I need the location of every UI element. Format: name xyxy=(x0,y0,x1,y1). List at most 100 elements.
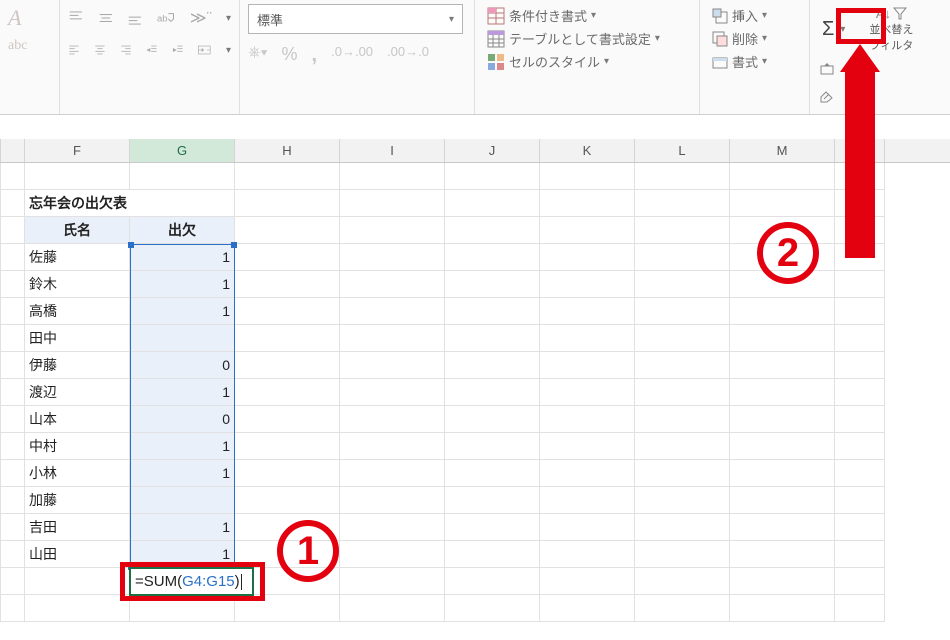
cell[interactable] xyxy=(235,514,340,541)
cell[interactable]: 1 xyxy=(130,271,235,298)
cell[interactable] xyxy=(445,379,540,406)
cell[interactable]: 0 xyxy=(130,352,235,379)
cell[interactable]: 高橋 xyxy=(25,298,130,325)
cell[interactable] xyxy=(635,190,730,217)
cell[interactable] xyxy=(835,217,885,244)
cell[interactable] xyxy=(635,460,730,487)
merge-icon[interactable] xyxy=(197,41,212,59)
cell[interactable] xyxy=(340,163,445,190)
cell[interactable] xyxy=(130,190,235,217)
align-right-icon[interactable] xyxy=(120,41,132,59)
cell[interactable] xyxy=(445,298,540,325)
cell[interactable] xyxy=(235,352,340,379)
col-header-M[interactable]: M xyxy=(730,139,835,162)
cell[interactable]: 渡辺 xyxy=(25,379,130,406)
cell[interactable] xyxy=(340,595,445,622)
cell[interactable]: 中村 xyxy=(25,433,130,460)
cell[interactable] xyxy=(835,568,885,595)
increase-decimal-icon[interactable]: .0→.00 xyxy=(331,44,373,67)
cell[interactable] xyxy=(540,433,635,460)
number-format-dropdown[interactable]: 標準 ▾ xyxy=(248,4,463,34)
cell[interactable] xyxy=(635,379,730,406)
align-center-icon[interactable] xyxy=(94,41,106,59)
cell[interactable] xyxy=(25,163,130,190)
decrease-indent-icon[interactable] xyxy=(146,41,158,59)
cell[interactable]: 伊藤 xyxy=(25,352,130,379)
cell[interactable] xyxy=(730,244,835,271)
cell[interactable] xyxy=(445,433,540,460)
cell[interactable] xyxy=(235,271,340,298)
cell[interactable] xyxy=(235,406,340,433)
cell[interactable] xyxy=(340,406,445,433)
cell[interactable] xyxy=(445,163,540,190)
cell[interactable] xyxy=(340,487,445,514)
clear-icon[interactable] xyxy=(818,89,834,103)
cell[interactable] xyxy=(835,460,885,487)
cell[interactable] xyxy=(235,244,340,271)
cell[interactable] xyxy=(540,568,635,595)
cell[interactable] xyxy=(635,244,730,271)
cell[interactable] xyxy=(340,298,445,325)
cell[interactable] xyxy=(835,379,885,406)
cell[interactable] xyxy=(835,163,885,190)
cell[interactable] xyxy=(340,514,445,541)
cell[interactable]: 氏名 xyxy=(25,217,130,244)
cell[interactable]: 0 xyxy=(130,406,235,433)
insert-button[interactable]: 挿入 ▾ xyxy=(708,4,801,27)
sort-filter-button[interactable]: A↓ 並べ替え フィルタ xyxy=(865,4,917,55)
cell[interactable] xyxy=(25,568,130,595)
cell[interactable] xyxy=(635,568,730,595)
cell[interactable] xyxy=(635,163,730,190)
cell[interactable]: 1 xyxy=(130,244,235,271)
cell[interactable] xyxy=(635,433,730,460)
cell[interactable]: 小林 xyxy=(25,460,130,487)
cell[interactable] xyxy=(540,217,635,244)
cell[interactable] xyxy=(235,217,340,244)
cell[interactable] xyxy=(540,325,635,352)
col-header-J[interactable]: J xyxy=(445,139,540,162)
format-table-button[interactable]: テーブルとして書式設定 ▾ xyxy=(483,27,691,50)
formula-entry-cell[interactable]: =SUM(G4:G15) xyxy=(129,567,254,596)
wrap-text-icon[interactable]: ab xyxy=(157,9,176,27)
cell[interactable]: 加藤 xyxy=(25,487,130,514)
cell[interactable] xyxy=(445,352,540,379)
cell[interactable] xyxy=(835,487,885,514)
col-header-K[interactable]: K xyxy=(540,139,635,162)
cell[interactable] xyxy=(730,271,835,298)
cell[interactable] xyxy=(730,379,835,406)
cell[interactable] xyxy=(730,595,835,622)
cell[interactable]: 吉田 xyxy=(25,514,130,541)
cell[interactable] xyxy=(635,406,730,433)
cell[interactable] xyxy=(235,460,340,487)
cell[interactable] xyxy=(540,352,635,379)
cell[interactable] xyxy=(445,595,540,622)
cell[interactable] xyxy=(835,325,885,352)
cell[interactable] xyxy=(130,487,235,514)
cell[interactable] xyxy=(730,460,835,487)
cell[interactable] xyxy=(540,595,635,622)
cell[interactable] xyxy=(635,541,730,568)
cell[interactable] xyxy=(730,298,835,325)
cell[interactable]: 1 xyxy=(130,379,235,406)
cell[interactable] xyxy=(635,271,730,298)
cell[interactable] xyxy=(635,352,730,379)
cell[interactable] xyxy=(540,460,635,487)
cell[interactable] xyxy=(635,325,730,352)
cell[interactable] xyxy=(730,325,835,352)
cell[interactable] xyxy=(730,163,835,190)
font-style-icon[interactable]: A xyxy=(8,5,29,31)
cell[interactable] xyxy=(340,352,445,379)
cell[interactable] xyxy=(130,595,235,622)
cell[interactable] xyxy=(835,244,885,271)
cell[interactable] xyxy=(835,190,885,217)
decrease-decimal-icon[interactable]: .00→.0 xyxy=(387,44,429,67)
cell[interactable] xyxy=(445,217,540,244)
cell[interactable] xyxy=(730,541,835,568)
cell[interactable] xyxy=(540,271,635,298)
cell[interactable] xyxy=(130,163,235,190)
cell[interactable] xyxy=(340,541,445,568)
cell[interactable] xyxy=(635,595,730,622)
comma-icon[interactable]: , xyxy=(312,44,318,67)
cell[interactable] xyxy=(340,244,445,271)
cell[interactable]: 1 xyxy=(130,433,235,460)
